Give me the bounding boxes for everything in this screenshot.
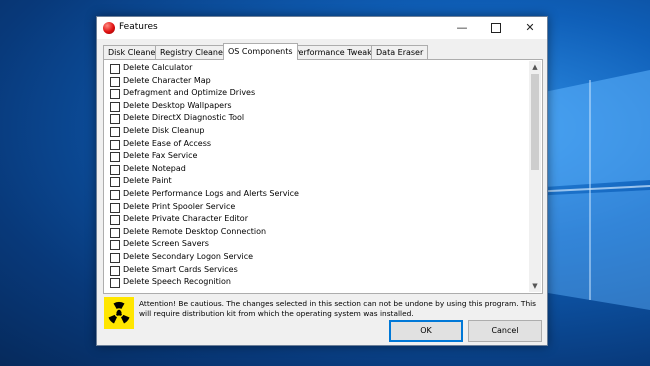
list-item[interactable]: Delete DirectX Diagnostic Tool [106, 112, 526, 125]
checkbox[interactable] [110, 265, 120, 276]
list-item[interactable]: Delete Fax Service [106, 150, 526, 163]
checkbox[interactable] [110, 278, 120, 289]
list-item[interactable]: Delete Private Character Editor [106, 213, 526, 226]
checkbox[interactable] [110, 76, 120, 87]
maximize-button[interactable] [479, 17, 513, 39]
checkbox[interactable] [110, 164, 120, 175]
list-item[interactable]: Delete Speech Recognition [106, 276, 526, 289]
window-title: Features [119, 22, 158, 32]
close-button[interactable]: ✕ [513, 17, 547, 39]
checkbox-label[interactable]: Delete DirectX Diagnostic Tool [123, 112, 244, 125]
tab-data-eraser[interactable]: Data Eraser [371, 45, 429, 60]
checkbox-label[interactable]: Delete Character Map [123, 75, 211, 88]
os-components-panel: Delete Calculator Delete Character Map Def… [103, 59, 543, 294]
checkbox[interactable] [110, 139, 120, 150]
tab-registry-cleaner[interactable]: Registry Cleaner [155, 45, 232, 60]
list-item[interactable]: Delete Ease of Access [106, 138, 526, 151]
maximize-icon [491, 23, 501, 33]
features-window: Features — ✕ Disk Cleaner Registry Clean… [96, 16, 548, 346]
list-item[interactable]: Delete Desktop Wallpapers [106, 100, 526, 113]
checkbox-label[interactable]: Delete Calculator [123, 62, 192, 75]
scroll-up-icon[interactable]: ▲ [529, 61, 541, 73]
scrollbar-thumb[interactable] [531, 74, 539, 170]
checkbox-label[interactable]: Delete Fax Service [123, 150, 197, 163]
checkbox[interactable] [110, 202, 120, 213]
checkbox[interactable] [110, 89, 120, 100]
checkbox-label[interactable]: Delete Smart Cards Services [123, 264, 238, 277]
list-item[interactable]: Delete Smart Cards Services [106, 264, 526, 277]
checkbox[interactable] [110, 252, 120, 263]
ok-button[interactable]: OK [389, 320, 463, 342]
checkbox-label[interactable]: Delete Paint [123, 175, 172, 188]
checkbox[interactable] [110, 126, 120, 137]
app-icon [103, 22, 115, 34]
checkbox-label[interactable]: Delete Print Spooler Service [123, 201, 235, 214]
list-item[interactable]: Delete Disk Cleanup [106, 125, 526, 138]
list-item[interactable]: Delete Performance Logs and Alerts Servi… [106, 188, 526, 201]
list-item[interactable]: Delete Calculator [106, 62, 526, 75]
list-item[interactable]: Delete Remote Desktop Connection [106, 226, 526, 239]
cancel-button[interactable]: Cancel [468, 320, 542, 342]
tab-os-components[interactable]: OS Components [223, 43, 298, 60]
checkbox[interactable] [110, 177, 120, 188]
scroll-down-icon[interactable]: ▼ [529, 280, 541, 292]
checkbox[interactable] [110, 227, 120, 238]
checkbox[interactable] [110, 240, 120, 251]
checkbox-label[interactable]: Delete Private Character Editor [123, 213, 248, 226]
checkbox-label[interactable]: Defragment and Optimize Drives [123, 87, 255, 100]
vertical-scrollbar[interactable]: ▲ ▼ [529, 61, 541, 292]
checkbox-label[interactable]: Delete Remote Desktop Connection [123, 226, 266, 239]
list-item[interactable]: Defragment and Optimize Drives [106, 87, 526, 100]
checkbox-label[interactable]: Delete Performance Logs and Alerts Servi… [123, 188, 299, 201]
title-bar[interactable]: Features — ✕ [97, 17, 547, 39]
checkbox-label[interactable]: Delete Disk Cleanup [123, 125, 204, 138]
components-checklist: Delete Calculator Delete Character Map Def… [106, 62, 526, 291]
checkbox[interactable] [110, 215, 120, 226]
checkbox-label[interactable]: Delete Ease of Access [123, 138, 211, 151]
checkbox[interactable] [110, 114, 120, 125]
list-item[interactable]: Delete Screen Savers [106, 238, 526, 251]
radiation-hazard-icon [104, 297, 134, 329]
checkbox[interactable] [110, 152, 120, 163]
checkbox-label[interactable]: Delete Speech Recognition [123, 276, 231, 289]
minimize-button[interactable]: — [445, 17, 479, 39]
checkbox-label[interactable]: Delete Notepad [123, 163, 186, 176]
list-item[interactable]: Delete Notepad [106, 163, 526, 176]
warning-text: Attention! Be cautious. The changes sele… [139, 299, 537, 318]
checkbox[interactable] [110, 64, 120, 74]
checkbox-label[interactable]: Delete Screen Savers [123, 238, 209, 251]
checkbox-label[interactable]: Delete Desktop Wallpapers [123, 100, 232, 113]
checkbox[interactable] [110, 101, 120, 112]
checkbox[interactable] [110, 189, 120, 200]
checkbox-label[interactable]: Delete Secondary Logon Service [123, 251, 253, 264]
list-item[interactable]: Delete Paint [106, 175, 526, 188]
list-item[interactable]: Delete Character Map [106, 75, 526, 88]
list-item[interactable]: Delete Print Spooler Service [106, 201, 526, 214]
tab-performance-tweaks[interactable]: Performance Tweaks [289, 45, 381, 60]
list-item[interactable]: Delete Secondary Logon Service [106, 251, 526, 264]
